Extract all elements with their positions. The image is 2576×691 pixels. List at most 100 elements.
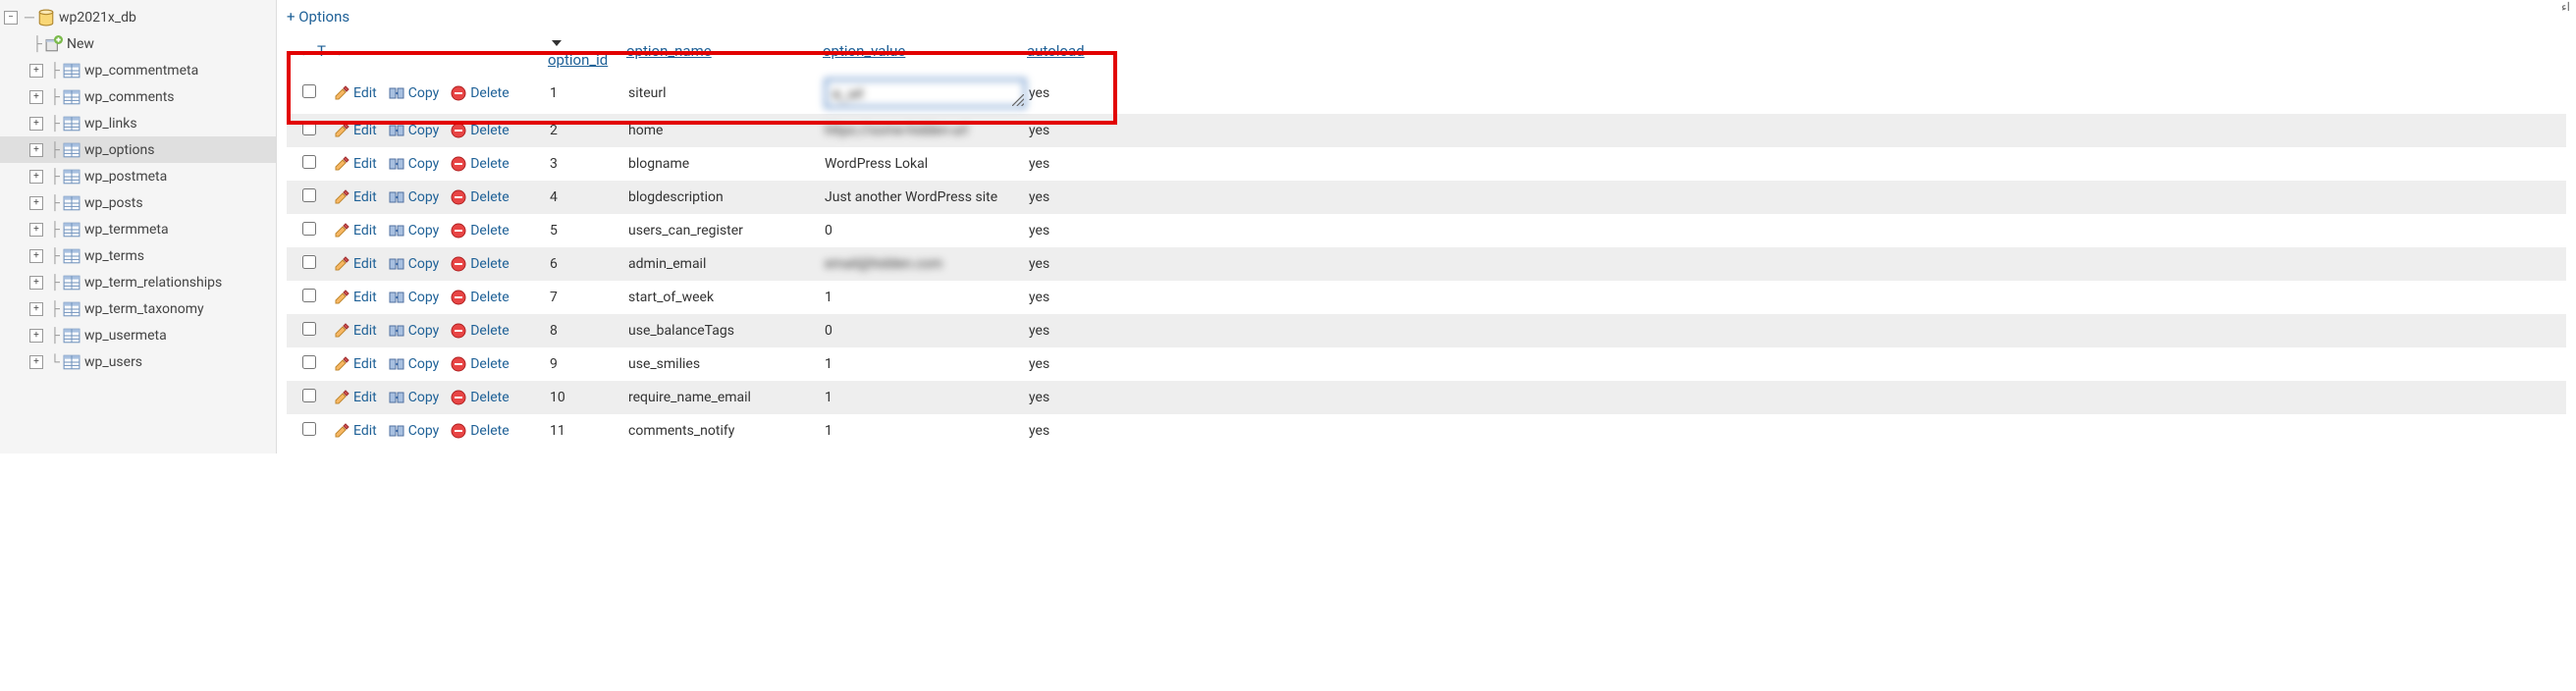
copy-button[interactable]: Copy: [389, 85, 440, 101]
row-checkbox[interactable]: [302, 255, 316, 269]
copy-button[interactable]: Copy: [389, 189, 440, 205]
expand-icon[interactable]: +: [29, 143, 43, 157]
row-checkbox[interactable]: [302, 389, 316, 402]
tree-table-wp_users[interactable]: + └ wp_users: [0, 348, 276, 375]
row-checkbox[interactable]: [302, 122, 316, 135]
table-row: Edit Copy Delete 6 admin_email email@hid…: [287, 247, 2566, 281]
expand-icon[interactable]: +: [29, 90, 43, 104]
copy-icon: [389, 156, 404, 172]
edit-button[interactable]: Edit: [334, 423, 377, 439]
expand-icon[interactable]: +: [29, 249, 43, 263]
delete-label: Delete: [470, 423, 509, 439]
copy-button[interactable]: Copy: [389, 223, 440, 239]
copy-label: Copy: [408, 390, 440, 405]
delete-button[interactable]: Delete: [451, 290, 509, 305]
expand-icon[interactable]: +: [29, 276, 43, 290]
expand-icon[interactable]: +: [29, 117, 43, 131]
edit-button[interactable]: Edit: [334, 290, 377, 305]
tree-new[interactable]: ├ New: [0, 30, 276, 57]
tree-table-wp_term_relationships[interactable]: + ├ wp_term_relationships: [0, 269, 276, 295]
expand-icon[interactable]: +: [29, 302, 43, 316]
tree-table-wp_term_taxonomy[interactable]: + ├ wp_term_taxonomy: [0, 295, 276, 322]
tree-table-wp_options[interactable]: + ├ wp_options: [0, 136, 276, 163]
delete-button[interactable]: Delete: [451, 223, 509, 239]
expand-icon[interactable]: +: [29, 64, 43, 78]
collapse-icon[interactable]: −: [4, 11, 18, 25]
cell-value: 1: [825, 423, 832, 439]
header-option-id[interactable]: option_id: [540, 29, 618, 73]
table-icon: [63, 141, 80, 159]
row-checkbox[interactable]: [302, 155, 316, 169]
resize-handle-icon[interactable]: [1012, 94, 1024, 106]
cell-option-id: 3: [542, 150, 620, 178]
delete-button[interactable]: Delete: [451, 85, 509, 101]
cell-option-id: 1: [542, 80, 620, 107]
copy-button[interactable]: Copy: [389, 323, 440, 339]
delete-button[interactable]: Delete: [451, 323, 509, 339]
edit-button[interactable]: Edit: [334, 85, 377, 101]
delete-button[interactable]: Delete: [451, 423, 509, 439]
options-link[interactable]: + Options: [287, 6, 349, 27]
delete-button[interactable]: Delete: [451, 256, 509, 272]
copy-button[interactable]: Copy: [389, 356, 440, 372]
table-icon: [63, 300, 80, 318]
copy-button[interactable]: Copy: [389, 156, 440, 172]
copy-button[interactable]: Copy: [389, 423, 440, 439]
row-checkbox[interactable]: [302, 322, 316, 336]
row-checkbox[interactable]: [302, 84, 316, 98]
tree-database[interactable]: − ─ wp2021x_db: [0, 4, 276, 30]
header-autoload[interactable]: autoload: [1019, 38, 1107, 64]
row-checkbox[interactable]: [302, 222, 316, 236]
row-checkbox[interactable]: [302, 422, 316, 436]
edit-button[interactable]: Edit: [334, 189, 377, 205]
tree-table-wp_termmeta[interactable]: + ├ wp_termmeta: [0, 216, 276, 242]
edit-button[interactable]: Edit: [334, 390, 377, 405]
tree-table-wp_commentmeta[interactable]: + ├ wp_commentmeta: [0, 57, 276, 83]
delete-button[interactable]: Delete: [451, 356, 509, 372]
header-option-value[interactable]: option_value: [815, 38, 1019, 64]
table-label: wp_usermeta: [84, 328, 167, 344]
delete-button[interactable]: Delete: [451, 123, 509, 138]
expand-icon[interactable]: +: [29, 223, 43, 237]
delete-button[interactable]: Delete: [451, 156, 509, 172]
row-checkbox[interactable]: [302, 355, 316, 369]
copy-button[interactable]: Copy: [389, 123, 440, 138]
table-label: wp_postmeta: [84, 169, 167, 185]
cell-option-id: 2: [542, 117, 620, 144]
cell-option-name: home: [620, 117, 817, 144]
tree-table-wp_posts[interactable]: + ├ wp_posts: [0, 189, 276, 216]
tree-line: ├: [47, 88, 63, 105]
edit-button[interactable]: Edit: [334, 356, 377, 372]
sort-arrows[interactable]: ←T→: [287, 40, 540, 62]
delete-button[interactable]: Delete: [451, 189, 509, 205]
expand-icon[interactable]: +: [29, 170, 43, 184]
edit-button[interactable]: Edit: [334, 123, 377, 138]
table-icon: [63, 62, 80, 80]
header-option-name[interactable]: option_name: [618, 38, 815, 64]
edit-button[interactable]: Edit: [334, 156, 377, 172]
copy-button[interactable]: Copy: [389, 256, 440, 272]
table-label: wp_term_relationships: [84, 275, 222, 291]
row-checkbox[interactable]: [302, 188, 316, 202]
edit-button[interactable]: Edit: [334, 223, 377, 239]
tree-table-wp_usermeta[interactable]: + ├ wp_usermeta: [0, 322, 276, 348]
edit-label: Edit: [353, 223, 377, 239]
edit-value-input[interactable]: [825, 79, 1026, 108]
minus-circle-icon: [451, 423, 466, 439]
edit-button[interactable]: Edit: [334, 256, 377, 272]
expand-icon[interactable]: +: [29, 196, 43, 210]
copy-label: Copy: [408, 290, 440, 305]
tree-table-wp_postmeta[interactable]: + ├ wp_postmeta: [0, 163, 276, 189]
table-row: Edit Copy Delete 10 require_name_email 1…: [287, 381, 2566, 414]
edit-button[interactable]: Edit: [334, 323, 377, 339]
row-checkbox-cell: [287, 149, 326, 179]
expand-icon[interactable]: +: [29, 329, 43, 343]
delete-button[interactable]: Delete: [451, 390, 509, 405]
copy-button[interactable]: Copy: [389, 390, 440, 405]
tree-table-wp_comments[interactable]: + ├ wp_comments: [0, 83, 276, 110]
tree-table-wp_links[interactable]: + ├ wp_links: [0, 110, 276, 136]
row-checkbox[interactable]: [302, 289, 316, 302]
copy-button[interactable]: Copy: [389, 290, 440, 305]
expand-icon[interactable]: +: [29, 355, 43, 369]
tree-table-wp_terms[interactable]: + ├ wp_terms: [0, 242, 276, 269]
